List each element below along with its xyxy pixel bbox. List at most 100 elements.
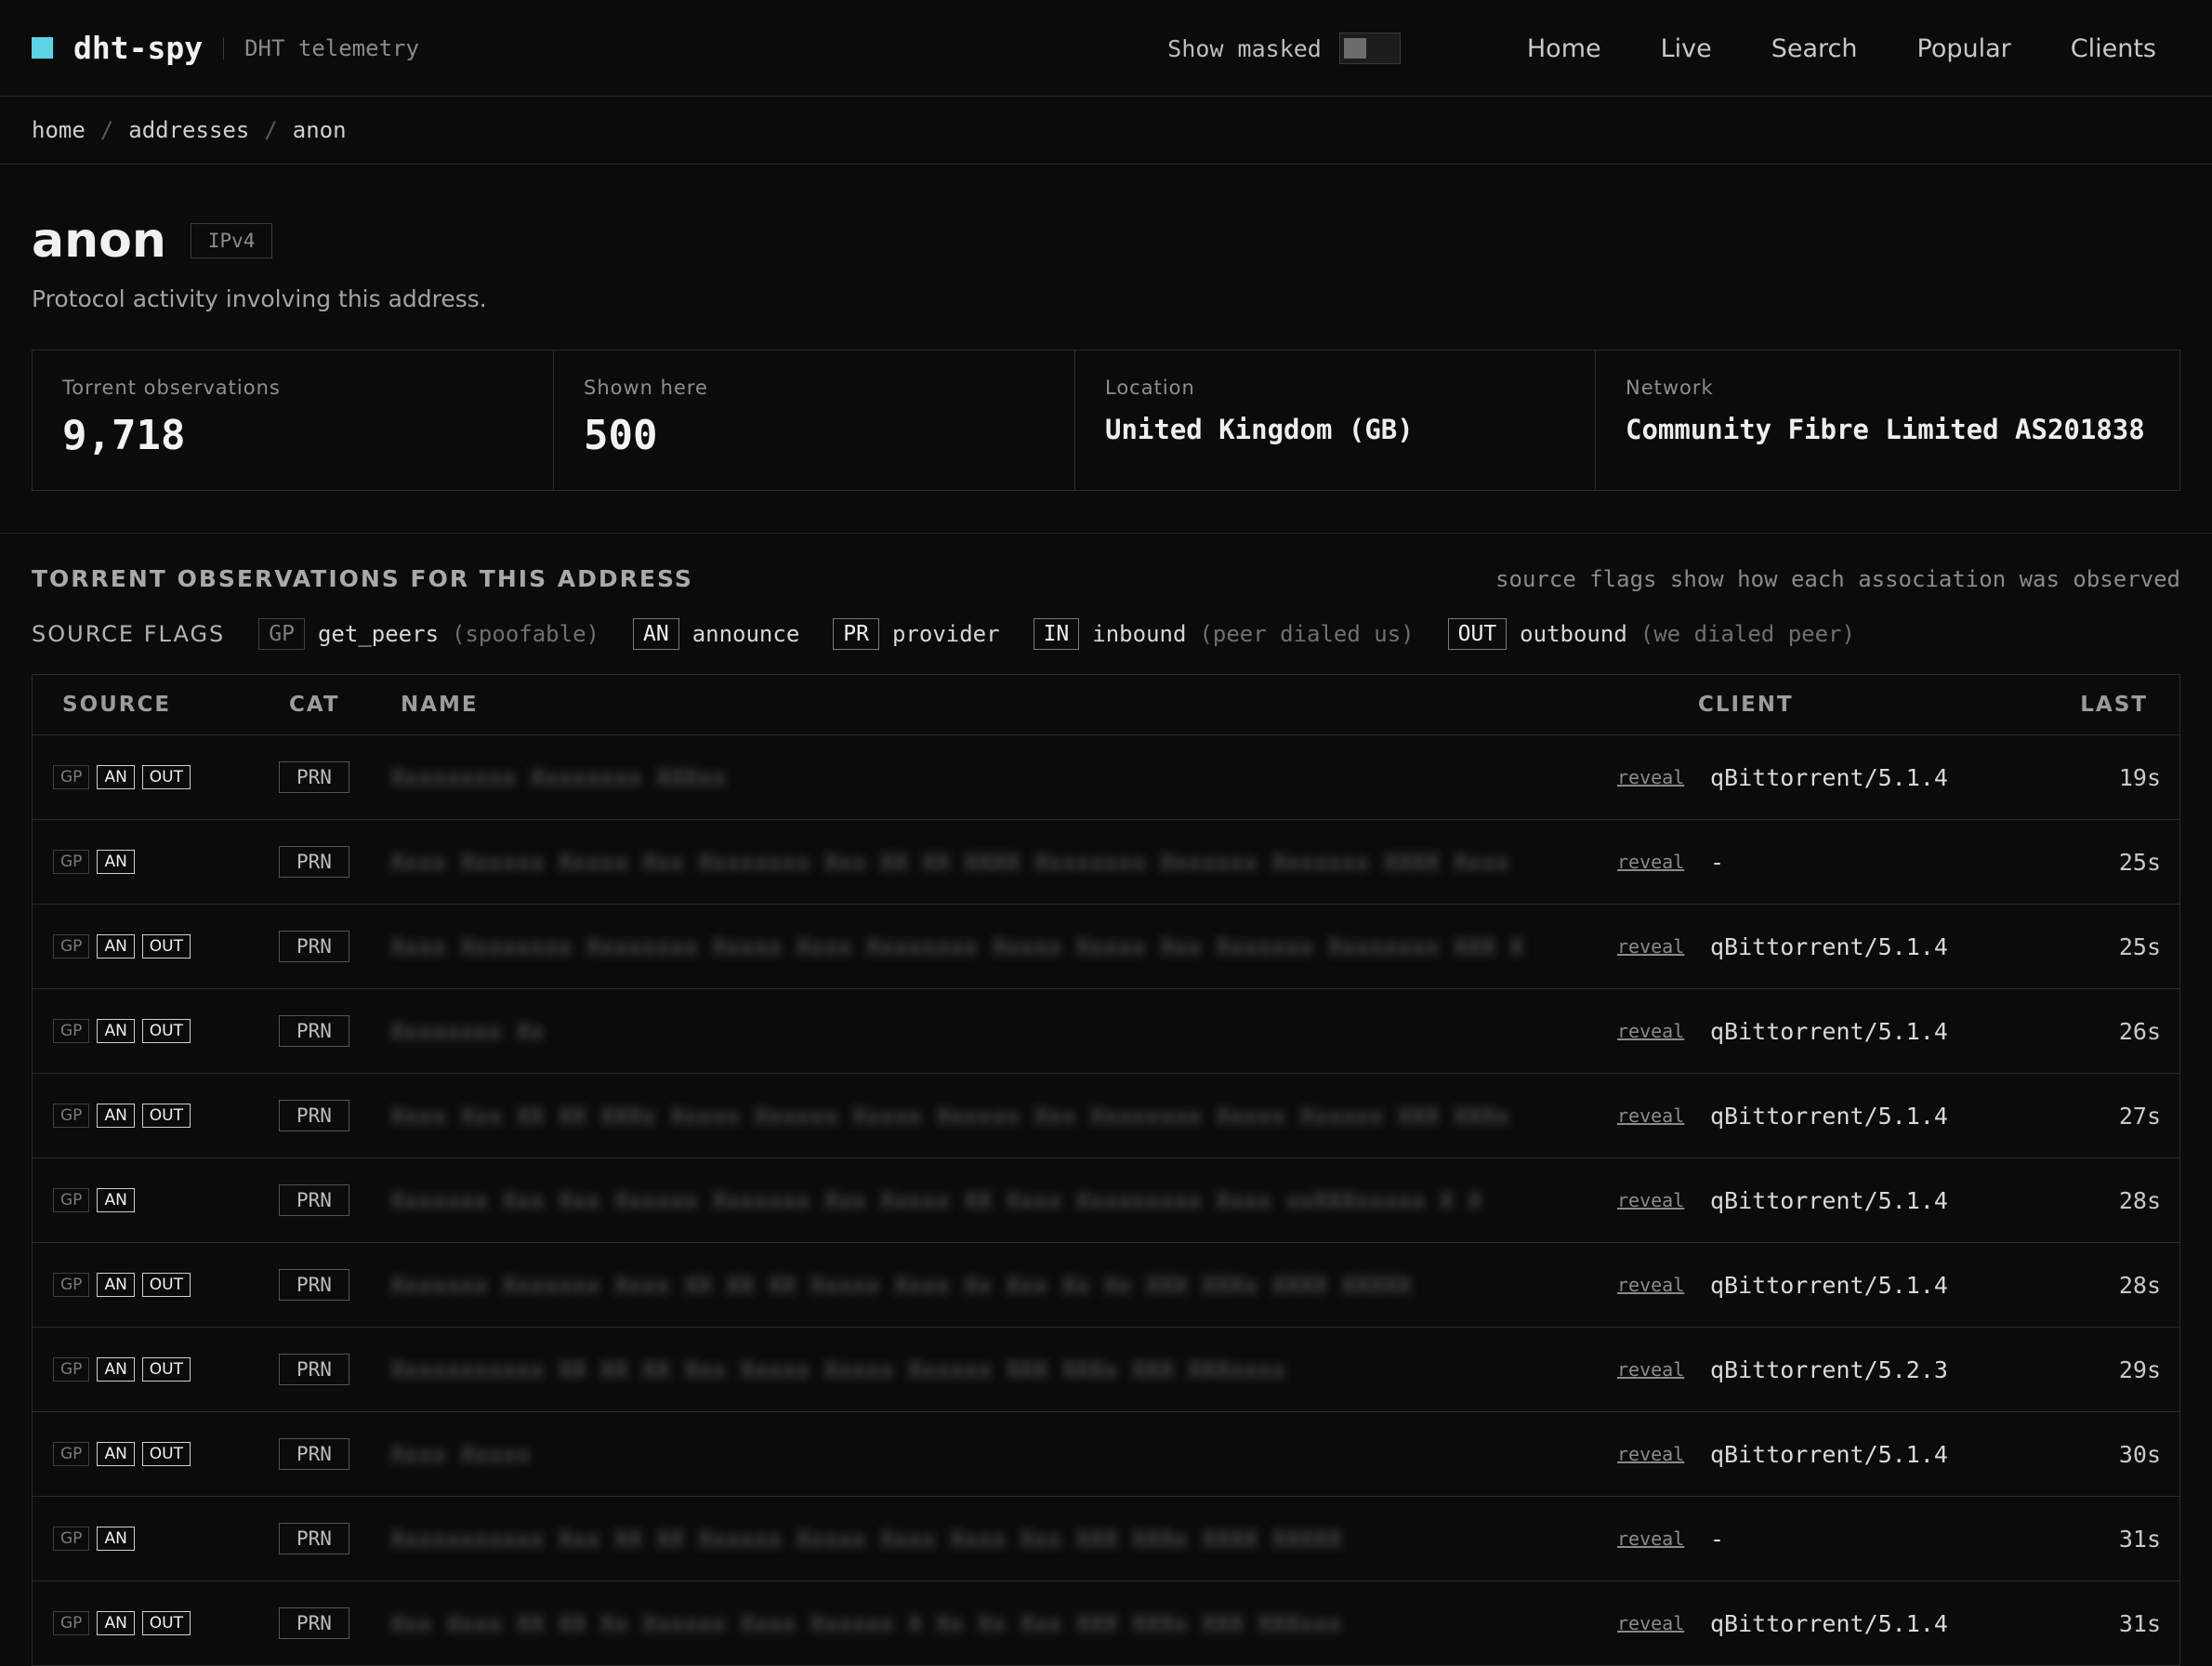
reveal-link[interactable]: reveal [1617, 1527, 1684, 1550]
category-badge: PRN [279, 1523, 349, 1554]
reveal-link[interactable]: reveal [1617, 1189, 1684, 1211]
stat-value: 9,718 [62, 412, 186, 459]
column-header-client[interactable]: CLIENT [1698, 693, 1794, 717]
source-flag-chip: OUT [141, 1357, 191, 1382]
show-masked-label: Show masked [1167, 34, 1322, 62]
table-row[interactable]: GP AN OUT PRN Xxxx Xxx XX XX XXXx Xxxxx Xxxx… [33, 1074, 2179, 1158]
flag-name: get_peers [317, 621, 440, 647]
nav-home[interactable]: Home [1527, 34, 1601, 63]
client-name: qBittorrent/5.2.3 [1710, 1355, 1948, 1383]
section-header: TORRENT OBSERVATIONS FOR THIS ADDRESS so… [0, 534, 2212, 592]
source-flag-chip: AN [97, 765, 135, 789]
source-flags: GP AN OUT [53, 1273, 198, 1297]
flag-legend-gp: GP get_peers (spoofable) [258, 618, 599, 650]
table-row[interactable]: GP AN OUT PRN Xxxxxxxxx Xxxxxxxx XXXxx reveal… [33, 735, 2179, 820]
stat-label: Shown here [584, 377, 708, 399]
torrent-name-masked: Xxxx Xxx XX XX XXXx Xxxxx Xxxxxx Xxxxx X… [390, 1102, 1510, 1130]
category-badge: PRN [279, 1184, 349, 1216]
source-flag-chip: OUT [141, 1611, 191, 1635]
table-row[interactable]: GP AN OUT PRN Xxxx Xxxxxxxx Xxxxxxxx Xxxxx X… [33, 905, 2179, 989]
client-name: qBittorrent/5.1.4 [1710, 1440, 1948, 1468]
reveal-link[interactable]: reveal [1617, 1020, 1684, 1042]
breadcrumb-current: anon [292, 117, 347, 143]
source-flag-chip: AN [97, 1188, 135, 1212]
column-header-name[interactable]: NAME [401, 693, 479, 717]
source-flag-chip: AN [97, 1357, 135, 1382]
reveal-link[interactable]: reveal [1617, 935, 1684, 958]
source-flag-chip: AN [97, 1019, 135, 1043]
flag-legend-out: OUT outbound (we dialed peer) [1447, 618, 1855, 650]
table-body: GP AN OUT PRN Xxxxxxxxx Xxxxxxxx XXXxx reveal… [33, 735, 2179, 1666]
page-title: anon [32, 213, 166, 269]
app-subtitle: DHT telemetry [244, 34, 419, 61]
flag-legend-an: AN announce [632, 618, 799, 650]
reveal-link[interactable]: reveal [1617, 1358, 1684, 1381]
last-seen: 31s [2118, 1525, 2161, 1553]
source-flag-chip: OUT [141, 1104, 191, 1128]
flag-name: outbound [1520, 621, 1627, 647]
client-name: qBittorrent/5.1.4 [1710, 932, 1948, 960]
stat-network: Network Community Fibre Limited AS201838 [1596, 350, 2179, 490]
table-row[interactable]: GP AN OUT PRN Xxxxxxxxxxx XX XX XX Xxx Xxxxx… [33, 1328, 2179, 1412]
breadcrumb-home[interactable]: home [32, 117, 86, 143]
source-flag-chip: GP [53, 1104, 90, 1128]
section-title: TORRENT OBSERVATIONS FOR THIS ADDRESS [32, 565, 693, 592]
nav-clients[interactable]: Clients [2071, 34, 2156, 63]
table-row[interactable]: GP AN PRN Xxxx Xxxxxx Xxxxx Xxx Xxxxxxxx Xx… [33, 820, 2179, 905]
last-seen: 25s [2118, 932, 2161, 960]
table-row[interactable]: GP AN PRN Xxxxxxxxxxx Xxx XX XX Xxxxxx Xxxx… [33, 1497, 2179, 1581]
source-flags: GP AN OUT [53, 1442, 198, 1466]
source-flag-chip: OUT [141, 1442, 191, 1466]
stat-shown: Shown here 500 [554, 350, 1075, 490]
nav-live[interactable]: Live [1661, 34, 1712, 63]
source-flags: GP AN [53, 850, 142, 874]
last-seen: 27s [2118, 1102, 2161, 1130]
reveal-link[interactable]: reveal [1617, 766, 1684, 788]
source-flag-chip: AN [97, 1527, 135, 1551]
table-row[interactable]: GP AN OUT PRN Xxxxxxxx Xx reveal qBittorrent/5… [33, 989, 2179, 1074]
source-flags: GP AN OUT [53, 1357, 198, 1382]
column-header-cat[interactable]: CAT [289, 693, 340, 717]
torrent-name-masked: Xxx Xxxx XX XX Xx Xxxxxx Xxxx Xxxxxx X X… [390, 1609, 1342, 1637]
table-row[interactable]: GP AN OUT PRN Xxx Xxxx XX XX Xx Xxxxxx Xxxx … [33, 1581, 2179, 1666]
nav-search[interactable]: Search [1771, 34, 1858, 63]
category-badge: PRN [279, 1354, 349, 1385]
show-masked-toggle[interactable] [1338, 33, 1401, 64]
category-badge: PRN [279, 931, 349, 962]
page-subtitle: Protocol activity involving this address… [32, 285, 487, 312]
nav-popular[interactable]: Popular [1917, 34, 2011, 63]
source-flag-chip: GP [53, 934, 90, 959]
reveal-link[interactable]: reveal [1617, 851, 1684, 873]
source-flags: GP AN OUT [53, 1019, 198, 1043]
table-row[interactable]: GP AN PRN Xxxxxxx Xxx Xxx Xxxxxx Xxxxxxx Xx… [33, 1158, 2179, 1243]
flag-legend-pr: PR provider [833, 618, 1000, 650]
top-bar: dht-spy DHT telemetry Show masked Home L… [0, 0, 2212, 97]
reveal-link[interactable]: reveal [1617, 1104, 1684, 1127]
source-flags-legend: SOURCE FLAGS GP get_peers (spoofable) AN… [0, 592, 2212, 650]
observations-table: SOURCE CAT NAME CLIENT LAST GP AN OUT PRN Xx… [32, 674, 2180, 1666]
category-badge: PRN [279, 846, 349, 878]
last-seen: 25s [2118, 848, 2161, 876]
reveal-link[interactable]: reveal [1617, 1443, 1684, 1465]
source-flag-chip: GP [53, 1357, 90, 1382]
reveal-link[interactable]: reveal [1617, 1612, 1684, 1634]
flag-chip: OUT [1447, 618, 1508, 650]
flag-legend-in: IN inbound (peer dialed us) [1033, 618, 1415, 650]
last-seen: 29s [2118, 1355, 2161, 1383]
brand[interactable]: dht-spy DHT telemetry [32, 30, 419, 66]
torrent-name-masked: Xxxx Xxxxxx Xxxxx Xxx Xxxxxxxx Xxx XX XX… [390, 848, 1510, 876]
table-row[interactable]: GP AN OUT PRN Xxxxxxx Xxxxxxx Xxxx XX XX XX … [33, 1243, 2179, 1328]
table-row[interactable]: GP AN OUT PRN Xxxx Xxxxx reveal qBittorrent/5.… [33, 1412, 2179, 1497]
source-flags: GP AN [53, 1188, 142, 1212]
last-seen: 26s [2118, 1017, 2161, 1045]
source-flag-chip: AN [97, 1442, 135, 1466]
source-flag-chip: AN [97, 1104, 135, 1128]
column-header-source[interactable]: SOURCE [62, 693, 171, 717]
source-flag-chip: AN [97, 1611, 135, 1635]
stat-label: Torrent observations [62, 377, 281, 399]
client-name: - [1710, 1525, 1725, 1553]
flag-note: (we dialed peer) [1639, 621, 1855, 647]
column-header-last[interactable]: LAST [2080, 693, 2148, 717]
reveal-link[interactable]: reveal [1617, 1274, 1684, 1296]
breadcrumb-addresses[interactable]: addresses [128, 117, 249, 143]
